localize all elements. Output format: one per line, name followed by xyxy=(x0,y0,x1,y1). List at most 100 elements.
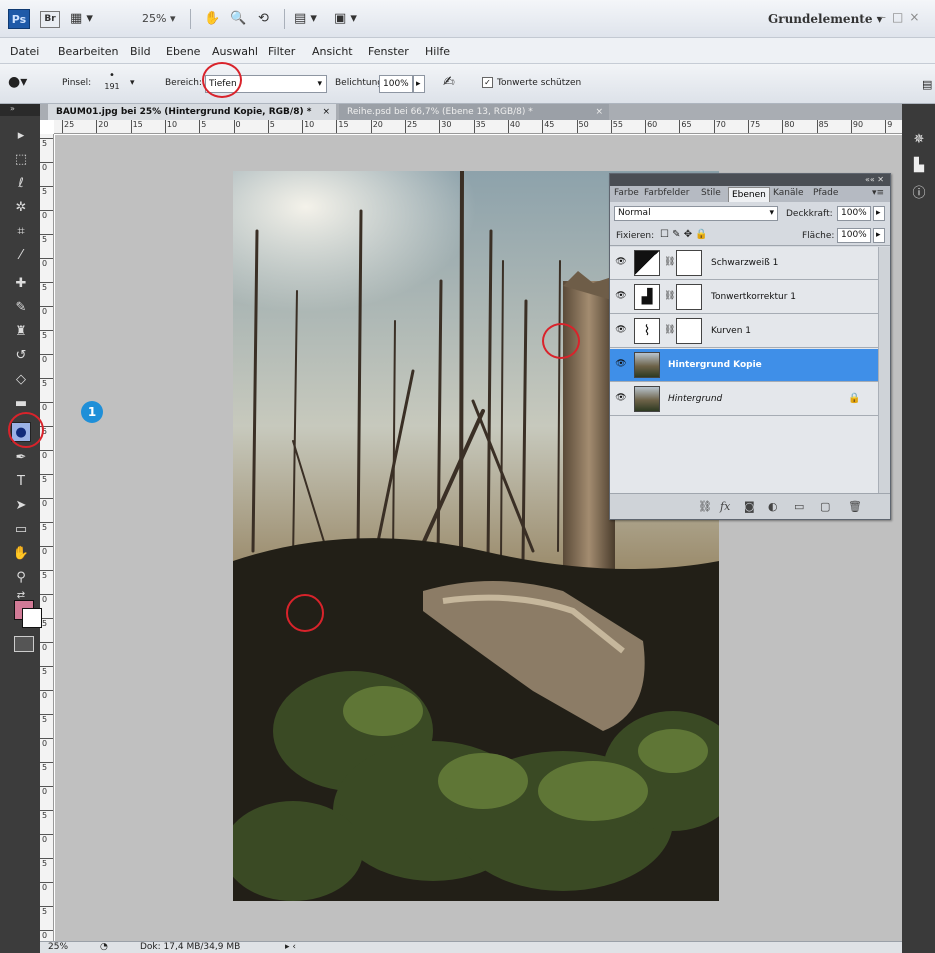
background-color-swatch[interactable] xyxy=(22,608,42,628)
exposure-input[interactable]: 100% xyxy=(379,75,413,93)
menu-item-bild[interactable]: Bild xyxy=(130,45,151,58)
layer-mask-thumbnail[interactable] xyxy=(676,250,702,276)
tab-reihe[interactable]: Reihe.psd bei 66,7% (Ebene 13, RGB/8) * × xyxy=(339,104,609,120)
info-icon[interactable]: ⓘ xyxy=(911,186,927,202)
history-brush-tool-icon[interactable]: ↺ xyxy=(11,346,31,366)
panel-toggle-icon[interactable]: ▤ xyxy=(922,78,932,91)
healing-brush-tool-icon[interactable]: ✚ xyxy=(11,274,31,294)
histogram-icon[interactable]: ▙ xyxy=(911,158,927,174)
zoom-status[interactable]: 25% xyxy=(48,942,68,953)
path-selection-tool-icon[interactable]: ➤ xyxy=(11,496,31,516)
burn-tool-preset-icon[interactable]: ●▾ xyxy=(8,74,27,90)
screen-layout-icon[interactable]: ▣ ▾ xyxy=(334,10,357,28)
tab-pfade[interactable]: Pfade xyxy=(813,188,838,198)
tools-panel-grip[interactable]: » xyxy=(0,104,40,116)
crop-tool-icon[interactable]: ⌗ xyxy=(11,222,31,242)
ruler-tick-label: 45 xyxy=(542,120,554,133)
visibility-eye-icon[interactable]: 👁 xyxy=(614,393,628,405)
tab-farbfelder[interactable]: Farbfelder xyxy=(644,188,689,198)
new-layer-icon[interactable]: ▢ xyxy=(820,500,830,513)
menu-item-fenster[interactable]: Fenster xyxy=(368,45,409,58)
vertical-ruler[interactable]: 5050505050505050505050505050505050 xyxy=(40,134,54,941)
eyedropper-tool-icon[interactable]: ⁄ xyxy=(11,246,31,266)
opacity-slider-button[interactable]: ▸ xyxy=(873,206,885,221)
close-tab-icon[interactable]: × xyxy=(322,104,330,120)
shape-tool-icon[interactable]: ▭ xyxy=(11,520,31,540)
tab-ebenen[interactable]: Ebenen xyxy=(728,187,770,202)
menu-item-filter[interactable]: Filter xyxy=(268,45,295,58)
horizontal-ruler[interactable]: 25 20 15 10 5 0 5 10 15 20 25 30 35 40 45 50 55 60 65 70 75 8… xyxy=(54,120,902,134)
tab-farbe[interactable]: Farbe xyxy=(614,188,639,198)
layer-row[interactable]: 👁 ▟ ⛓ Tonwertkorrektur 1 xyxy=(610,281,878,314)
airbrush-icon[interactable]: ✍ xyxy=(443,74,455,90)
close-tab-icon[interactable]: × xyxy=(595,104,603,120)
window-controls[interactable]: –□× xyxy=(880,10,925,24)
screen-mode-icon[interactable]: ▦ ▾ xyxy=(70,10,93,28)
lasso-tool-icon[interactable]: ℓ xyxy=(11,174,31,194)
adjustment-layer-icon[interactable]: ◐ xyxy=(768,500,778,513)
brush-picker[interactable]: • 191 xyxy=(100,70,124,92)
menu-item-hilfe[interactable]: Hilfe xyxy=(425,45,450,58)
lock-icons[interactable]: ☐ ✎ ✥ 🔒 xyxy=(660,229,708,240)
status-menu-icon[interactable]: ◔ xyxy=(100,942,108,953)
ruler-tick-label: 0 xyxy=(40,786,53,796)
fill-slider-button[interactable]: ▸ xyxy=(873,228,885,243)
visibility-eye-icon[interactable]: 👁 xyxy=(614,257,628,269)
layer-row[interactable]: 👁 ⛓ Schwarzweiß 1 xyxy=(610,247,878,280)
magic-wand-tool-icon[interactable]: ✲ xyxy=(11,198,31,218)
brush-tool-icon[interactable]: ✎ xyxy=(11,298,31,318)
eraser-tool-icon[interactable]: ◇ xyxy=(11,370,31,390)
status-arrow-icon[interactable]: ▸ ‹ xyxy=(285,942,296,953)
layer-mask-thumbnail[interactable] xyxy=(676,318,702,344)
brush-picker-arrow-icon[interactable]: ▾ xyxy=(130,78,135,88)
zoom-tool-icon[interactable]: ⚲ xyxy=(11,568,31,588)
pen-tool-icon[interactable]: ✒ xyxy=(11,448,31,468)
visibility-eye-icon[interactable]: 👁 xyxy=(614,325,628,337)
hand-tool-icon[interactable]: ✋ xyxy=(204,10,220,28)
layer-row[interactable]: 👁 ⌇ ⛓ Kurven 1 xyxy=(610,315,878,348)
panel-menu-icon[interactable]: ▾≡ xyxy=(872,188,884,198)
workspace-switcher[interactable]: Grundelemente ▾ xyxy=(768,12,883,26)
exposure-slider-button[interactable]: ▸ xyxy=(413,75,425,93)
protect-tones-checkbox[interactable]: ✓ xyxy=(482,77,493,88)
link-layers-icon[interactable]: ⛓ xyxy=(698,500,712,513)
tab-baum01[interactable]: BAUM01.jpg bei 25% (Hintergrund Kopie, R… xyxy=(48,104,336,120)
menu-item-ansicht[interactable]: Ansicht xyxy=(312,45,353,58)
new-group-icon[interactable]: ▭ xyxy=(794,500,804,513)
menu-item-bearbeiten[interactable]: Bearbeiten xyxy=(58,45,118,58)
move-tool-icon[interactable]: ▸ xyxy=(11,126,31,146)
type-tool-icon[interactable]: T xyxy=(11,472,31,492)
ruler-tick-label: 5 xyxy=(40,474,53,484)
layer-row-selected[interactable]: 👁 Hintergrund Kopie xyxy=(610,349,878,382)
tab-stile[interactable]: Stile xyxy=(701,188,721,198)
menu-item-datei[interactable]: Datei xyxy=(10,45,39,58)
bridge-button[interactable]: Br xyxy=(40,11,60,28)
layers-panel-titlebar[interactable]: «« ✕ xyxy=(610,174,890,186)
ruler-tick-label: 0 xyxy=(40,546,53,556)
layer-style-icon[interactable]: fx xyxy=(720,500,730,513)
hand-tool-icon[interactable]: ✋ xyxy=(11,544,31,564)
add-mask-icon[interactable]: ◙ xyxy=(744,500,755,513)
quick-mask-icon[interactable] xyxy=(14,636,34,652)
delete-layer-icon[interactable]: 🗑 xyxy=(848,500,862,513)
visibility-eye-icon[interactable]: 👁 xyxy=(614,359,628,371)
layer-mask-thumbnail[interactable] xyxy=(676,284,702,310)
ruler-tick-label: 85 xyxy=(816,120,829,133)
menu-item-ebene[interactable]: Ebene xyxy=(166,45,200,58)
visibility-eye-icon[interactable]: 👁 xyxy=(614,291,628,303)
zoom-level-dropdown[interactable]: 25% ▾ xyxy=(142,12,175,25)
fill-input[interactable]: 100% xyxy=(837,228,871,243)
navigator-icon[interactable]: ✵ xyxy=(911,132,927,148)
tab-kanaele[interactable]: Kanäle xyxy=(773,188,804,198)
gradient-tool-icon[interactable]: ▬ xyxy=(11,394,31,414)
rotate-view-icon[interactable]: ⟲ xyxy=(258,10,269,28)
clone-stamp-tool-icon[interactable]: ♜ xyxy=(11,322,31,342)
layer-row[interactable]: 👁 Hintergrund 🔒 xyxy=(610,383,878,416)
layers-scrollbar[interactable] xyxy=(878,247,890,493)
arrange-documents-icon[interactable]: ▤ ▾ xyxy=(294,10,317,28)
zoom-tool-icon[interactable]: 🔍 xyxy=(230,10,246,28)
blend-mode-select[interactable]: Normal ▾ xyxy=(614,206,778,221)
menu-item-auswahl[interactable]: Auswahl xyxy=(212,45,258,58)
marquee-tool-icon[interactable]: ⬚ xyxy=(11,150,31,170)
opacity-input[interactable]: 100% xyxy=(837,206,871,221)
